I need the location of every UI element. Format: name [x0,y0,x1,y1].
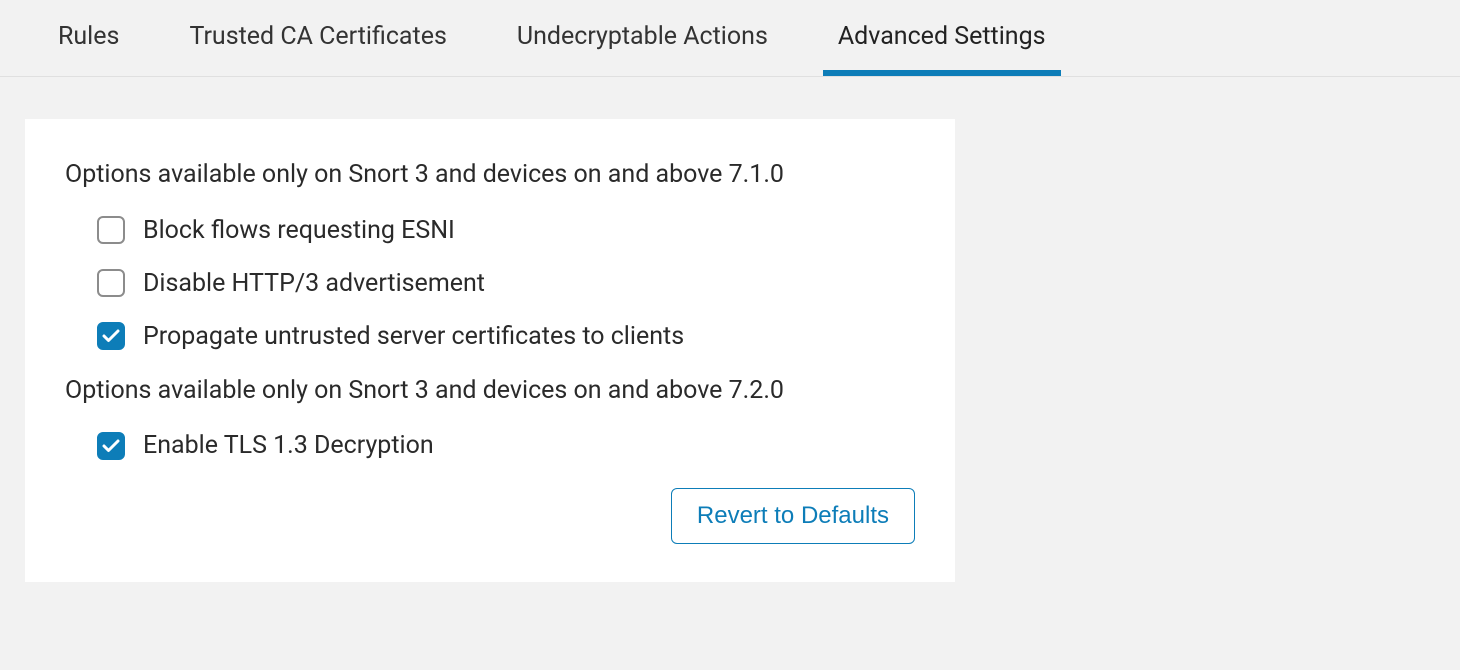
settings-panel: Options available only on Snort 3 and de… [25,119,955,582]
option-row: Block flows requesting ESNI [65,216,915,245]
button-row: Revert to Defaults [65,488,915,544]
checkbox-enable-tls13[interactable] [97,432,125,460]
revert-button[interactable]: Revert to Defaults [671,488,915,544]
option-row: Disable HTTP/3 advertisement [65,269,915,298]
option-label: Propagate untrusted server certificates … [143,322,684,351]
checkbox-disable-http3[interactable] [97,269,125,297]
tabs-bar: Rules Trusted CA Certificates Undecrypta… [0,0,1460,77]
tab-rules[interactable]: Rules [30,0,119,76]
checkbox-propagate-untrusted[interactable] [97,322,125,350]
checkmark-icon [102,439,120,453]
checkmark-icon [102,329,120,343]
option-label: Disable HTTP/3 advertisement [143,269,485,298]
option-row: Propagate untrusted server certificates … [65,322,915,351]
tab-trusted-ca-certificates[interactable]: Trusted CA Certificates [189,0,446,76]
tab-undecryptable-actions[interactable]: Undecryptable Actions [517,0,768,76]
section-heading-720: Options available only on Snort 3 and de… [65,375,915,408]
tab-advanced-settings[interactable]: Advanced Settings [838,0,1046,76]
checkbox-block-esni[interactable] [97,216,125,244]
option-label: Enable TLS 1.3 Decryption [143,431,434,460]
option-row: Enable TLS 1.3 Decryption [65,431,915,460]
option-label: Block flows requesting ESNI [143,216,455,245]
section-heading-710: Options available only on Snort 3 and de… [65,159,915,192]
